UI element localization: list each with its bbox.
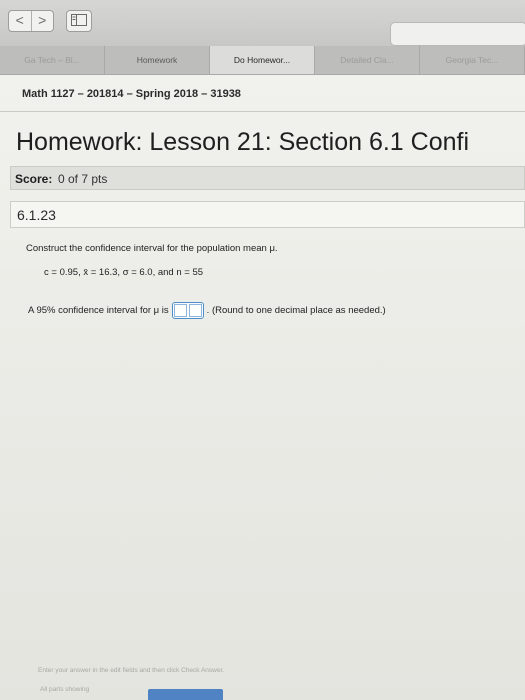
score-bar: Score: 0 of 7 pts <box>10 166 525 190</box>
question-number: 6.1.23 <box>17 207 56 223</box>
answer-suffix: . (Round to one decimal place as needed.… <box>206 305 386 316</box>
answer-prefix: A 95% confidence interval for μ is <box>28 305 169 316</box>
parts-status: All parts showing <box>40 686 90 693</box>
course-title: Math 1127 – 201814 – Spring 2018 – 31938 <box>22 88 241 100</box>
forward-button[interactable]: > <box>30 11 54 31</box>
back-button[interactable]: < <box>9 11 31 31</box>
question-number-box: 6.1.23 <box>10 201 525 228</box>
homework-page: Math 1127 – 201814 – Spring 2018 – 31938… <box>0 75 525 700</box>
help-text: Enter your answer in the edit fields and… <box>38 667 225 674</box>
address-bar[interactable] <box>390 22 525 46</box>
interval-answer-box <box>171 302 204 319</box>
check-answer-button[interactable] <box>148 689 223 700</box>
question-prompt: Construct the confidence interval for th… <box>26 243 278 254</box>
upper-bound-input[interactable] <box>188 304 202 317</box>
tab-do-homework[interactable]: Do Homewor... <box>210 46 315 74</box>
score-label: Score: <box>15 172 53 186</box>
sidebar-toggle-button[interactable] <box>66 10 92 32</box>
sidebar-icon <box>71 14 87 26</box>
browser-toolbar: < > <box>0 0 525 47</box>
answer-row: A 95% confidence interval for μ is . (Ro… <box>28 302 386 319</box>
header-divider <box>0 111 525 112</box>
page-title: Homework: Lesson 21: Section 6.1 Confi <box>16 128 470 156</box>
score-value: 0 of 7 pts <box>58 172 108 186</box>
question-parameters: c = 0.95, x̄ = 16.3, σ = 6.0, and n = 55 <box>44 267 204 278</box>
tab-detailed-class[interactable]: Detailed Cla... <box>315 46 420 74</box>
tab-ga-tech[interactable]: Ga Tech – Bl... <box>0 46 105 74</box>
nav-buttons: < > <box>8 10 54 32</box>
tab-bar: Ga Tech – Bl... Homework Do Homewor... D… <box>0 46 525 75</box>
tab-homework[interactable]: Homework <box>105 46 210 74</box>
tab-georgia-tech[interactable]: Georgia Tec... <box>420 46 525 74</box>
lower-bound-input[interactable] <box>173 304 187 317</box>
